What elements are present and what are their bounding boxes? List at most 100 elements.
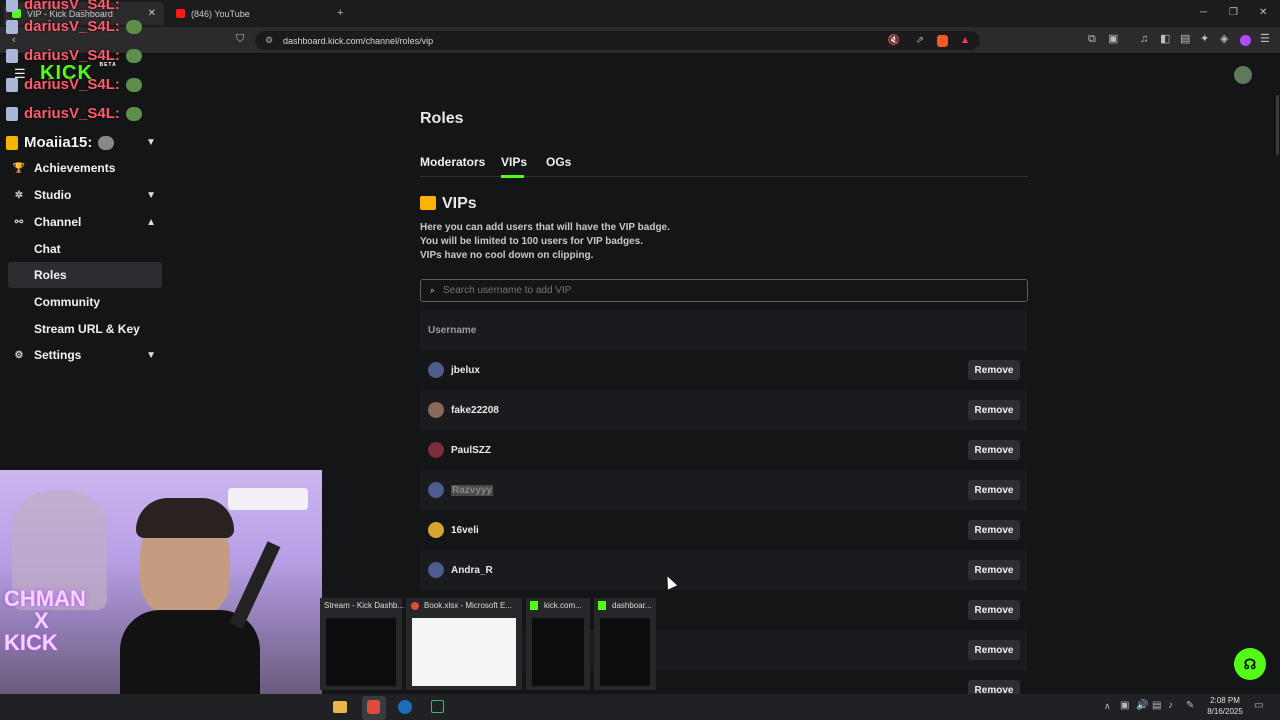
tab-label: (846) YouTube xyxy=(191,8,250,19)
username[interactable]: Razvyyy xyxy=(451,484,494,496)
tray-app-icon[interactable]: ▣ xyxy=(1120,701,1129,711)
badge-icon xyxy=(6,19,18,34)
chat-username: dariusV_S4L: xyxy=(24,0,120,13)
windows-taskbar: ∧ ▣ 🔊 ▤ ♪ ✎ 2:08 PM 8/16/2025 ▭ xyxy=(0,694,1280,720)
remove-button[interactable]: Remove xyxy=(968,600,1020,620)
sidebar-item-settings[interactable]: ⚙ Settings ▼ xyxy=(8,342,162,368)
remove-button[interactable]: Remove xyxy=(968,640,1020,660)
webcam-caption: CHMAN X KICK xyxy=(4,588,86,654)
screenshot-icon[interactable]: ▣ xyxy=(1108,34,1118,45)
close-tab-icon[interactable]: ✕ xyxy=(148,8,156,19)
preview-thumbnail xyxy=(326,618,396,686)
channel-icon: ⚯ xyxy=(14,216,24,228)
tray-chevron-up-icon[interactable]: ∧ xyxy=(1104,702,1111,711)
sidebar-item-community[interactable]: Community xyxy=(8,289,162,315)
bookmark-icon[interactable]: ⛉ xyxy=(236,34,244,45)
brave-browser-icon[interactable] xyxy=(367,700,380,714)
vpn-icon[interactable]: ◈ xyxy=(1220,34,1228,45)
profile-icon[interactable] xyxy=(1240,35,1251,46)
clock-date: 8/16/2025 xyxy=(1207,707,1243,716)
remove-button[interactable]: Remove xyxy=(968,560,1020,580)
minimize-icon[interactable]: ─ xyxy=(1200,8,1207,18)
taskbar-preview-excel[interactable]: Book.xlsx - Microsoft E... xyxy=(406,598,522,690)
description-line: VIPs have no cool down on clipping. xyxy=(420,250,594,261)
leo-icon[interactable]: ✦ xyxy=(1200,34,1209,45)
volume-icon[interactable]: 🔊 xyxy=(1136,701,1148,711)
user-avatar xyxy=(428,362,444,378)
taskbar-preview-stream[interactable]: Stream - Kick Dashb... xyxy=(320,598,405,690)
overlay-chat-line: dariusV_S4L: xyxy=(6,0,120,13)
remove-button[interactable]: Remove xyxy=(968,480,1020,500)
active-tab-indicator xyxy=(501,175,524,178)
preview-thumbnail xyxy=(532,618,584,686)
mute-icon[interactable]: 🔇 xyxy=(888,35,900,46)
url-bar[interactable]: ⚙ dashboard.kick.com/channel/roles/vip 🔇… xyxy=(255,31,980,50)
excel-icon[interactable] xyxy=(431,700,444,713)
username[interactable]: fake22208 xyxy=(451,405,499,416)
crown-icon xyxy=(420,196,436,210)
tab-vips[interactable]: VIPs xyxy=(501,155,527,169)
remove-button[interactable]: Remove xyxy=(968,440,1020,460)
brave-rewards-icon[interactable]: ▲ xyxy=(960,35,970,46)
remove-button[interactable]: Remove xyxy=(968,520,1020,540)
new-tab-icon[interactable]: + xyxy=(337,8,343,19)
tab-youtube[interactable]: (846) YouTube xyxy=(168,2,328,25)
preview-title: Stream - Kick Dashb... xyxy=(324,601,405,610)
vip-search-box[interactable]: ⌕ xyxy=(420,279,1028,302)
chat-username: dariusV_S4L: xyxy=(24,18,120,35)
user-avatar xyxy=(428,482,444,498)
user-avatar xyxy=(428,562,444,578)
sidebar-item-studio[interactable]: ✲ Studio ▼ xyxy=(8,182,162,208)
person-hair-shape xyxy=(136,498,234,538)
user-avatar[interactable] xyxy=(1234,66,1252,84)
tray-app-icon[interactable]: ▤ xyxy=(1152,701,1161,711)
pen-icon[interactable]: ✎ xyxy=(1186,701,1194,711)
steam-icon[interactable] xyxy=(398,700,412,714)
table-row: Andra_R Remove xyxy=(420,550,1027,590)
sidebar-item-roles[interactable]: Roles xyxy=(8,262,162,288)
username[interactable]: 16veli xyxy=(451,525,479,536)
username[interactable]: PaulSZZ xyxy=(451,445,491,456)
maximize-icon[interactable]: ❐ xyxy=(1229,8,1238,18)
share-icon[interactable]: ⇗ xyxy=(916,35,924,46)
page-scrollbar[interactable] xyxy=(1276,95,1279,155)
caption-line: CHMAN xyxy=(4,586,86,611)
remove-button[interactable]: Remove xyxy=(968,400,1020,420)
window-close-icon[interactable]: ✕ xyxy=(1259,8,1267,18)
sidebar-item-label: Studio xyxy=(34,188,72,202)
wallet-icon[interactable]: ▤ xyxy=(1180,34,1190,45)
preview-title: Book.xlsx - Microsoft E... xyxy=(424,601,513,610)
sidebar-item-chat[interactable]: Chat xyxy=(8,236,162,262)
tab-moderators[interactable]: Moderators xyxy=(420,155,485,169)
system-clock[interactable]: 2:08 PM 8/16/2025 xyxy=(1200,695,1250,717)
media-icon[interactable]: ♫ xyxy=(1140,34,1148,45)
taskbar-preview-dashboard[interactable]: dashboar... xyxy=(594,598,656,690)
file-explorer-icon[interactable] xyxy=(333,701,347,713)
vip-search-input[interactable] xyxy=(443,283,1013,298)
brave-app-icon xyxy=(411,602,419,610)
username[interactable]: Andra_R xyxy=(451,565,493,576)
taskbar-preview-kick[interactable]: kick.com... xyxy=(526,598,590,690)
brave-shield-icon[interactable] xyxy=(937,34,948,47)
table-row: Razvyyy Remove xyxy=(420,470,1027,510)
sidebar-item-label: Community xyxy=(34,295,100,309)
username[interactable]: jbelux xyxy=(451,365,480,376)
extensions-icon[interactable]: ⧉ xyxy=(1088,34,1096,45)
site-info-icon[interactable]: ⚙ xyxy=(265,35,273,46)
chevron-down-icon[interactable]: ▼ xyxy=(146,138,156,148)
headset-icon: ☊ xyxy=(1243,655,1257,672)
table-row: fake22208 Remove xyxy=(420,390,1027,430)
url-text: dashboard.kick.com/channel/roles/vip xyxy=(283,35,434,46)
notifications-icon[interactable]: ▭ xyxy=(1254,701,1263,711)
sidebar-toggle-icon[interactable]: ◧ xyxy=(1160,34,1170,45)
remove-button[interactable]: Remove xyxy=(968,360,1020,380)
emote-icon xyxy=(98,135,115,150)
sidebar-item-channel[interactable]: ⚯ Channel ▲ xyxy=(8,209,162,235)
sidebar-item-achievements[interactable]: 🏆 Achievements xyxy=(8,155,162,181)
back-icon[interactable]: ‹ xyxy=(12,35,16,46)
speaker-icon[interactable]: ♪ xyxy=(1168,701,1173,711)
sidebar-item-stream-url-key[interactable]: Stream URL & Key xyxy=(8,316,162,342)
support-chat-button[interactable]: ☊ xyxy=(1234,648,1266,680)
menu-icon[interactable]: ☰ xyxy=(1260,34,1270,45)
tab-ogs[interactable]: OGs xyxy=(546,155,571,169)
